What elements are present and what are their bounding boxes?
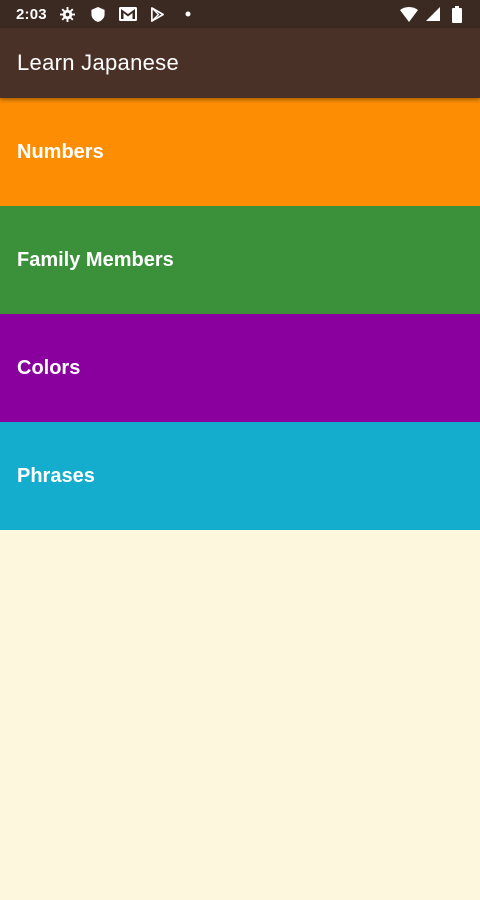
category-label: Colors (17, 356, 81, 379)
signal-icon (424, 5, 442, 23)
battery-icon (448, 5, 466, 23)
dot-icon (179, 5, 197, 23)
category-family-members[interactable]: Family Members (0, 206, 480, 314)
app-bar: Learn Japanese (0, 28, 480, 98)
gmail-icon (118, 5, 137, 23)
category-label: Family Members (17, 248, 174, 271)
status-right (400, 5, 466, 23)
category-label: Numbers (17, 140, 104, 163)
category-numbers[interactable]: Numbers (0, 98, 480, 206)
category-colors[interactable]: Colors (0, 314, 480, 422)
status-left: 2:03 (16, 5, 400, 23)
play-store-icon (149, 5, 167, 23)
wifi-icon (400, 5, 418, 23)
category-label: Phrases (17, 464, 95, 487)
app-title: Learn Japanese (17, 50, 179, 75)
content-background (0, 530, 480, 900)
category-list: Numbers Family Members Colors Phrases (0, 98, 480, 530)
status-bar: 2:03 (0, 0, 480, 28)
shield-icon (89, 5, 107, 23)
gear-icon (59, 5, 77, 23)
status-time: 2:03 (16, 5, 47, 23)
category-phrases[interactable]: Phrases (0, 422, 480, 530)
